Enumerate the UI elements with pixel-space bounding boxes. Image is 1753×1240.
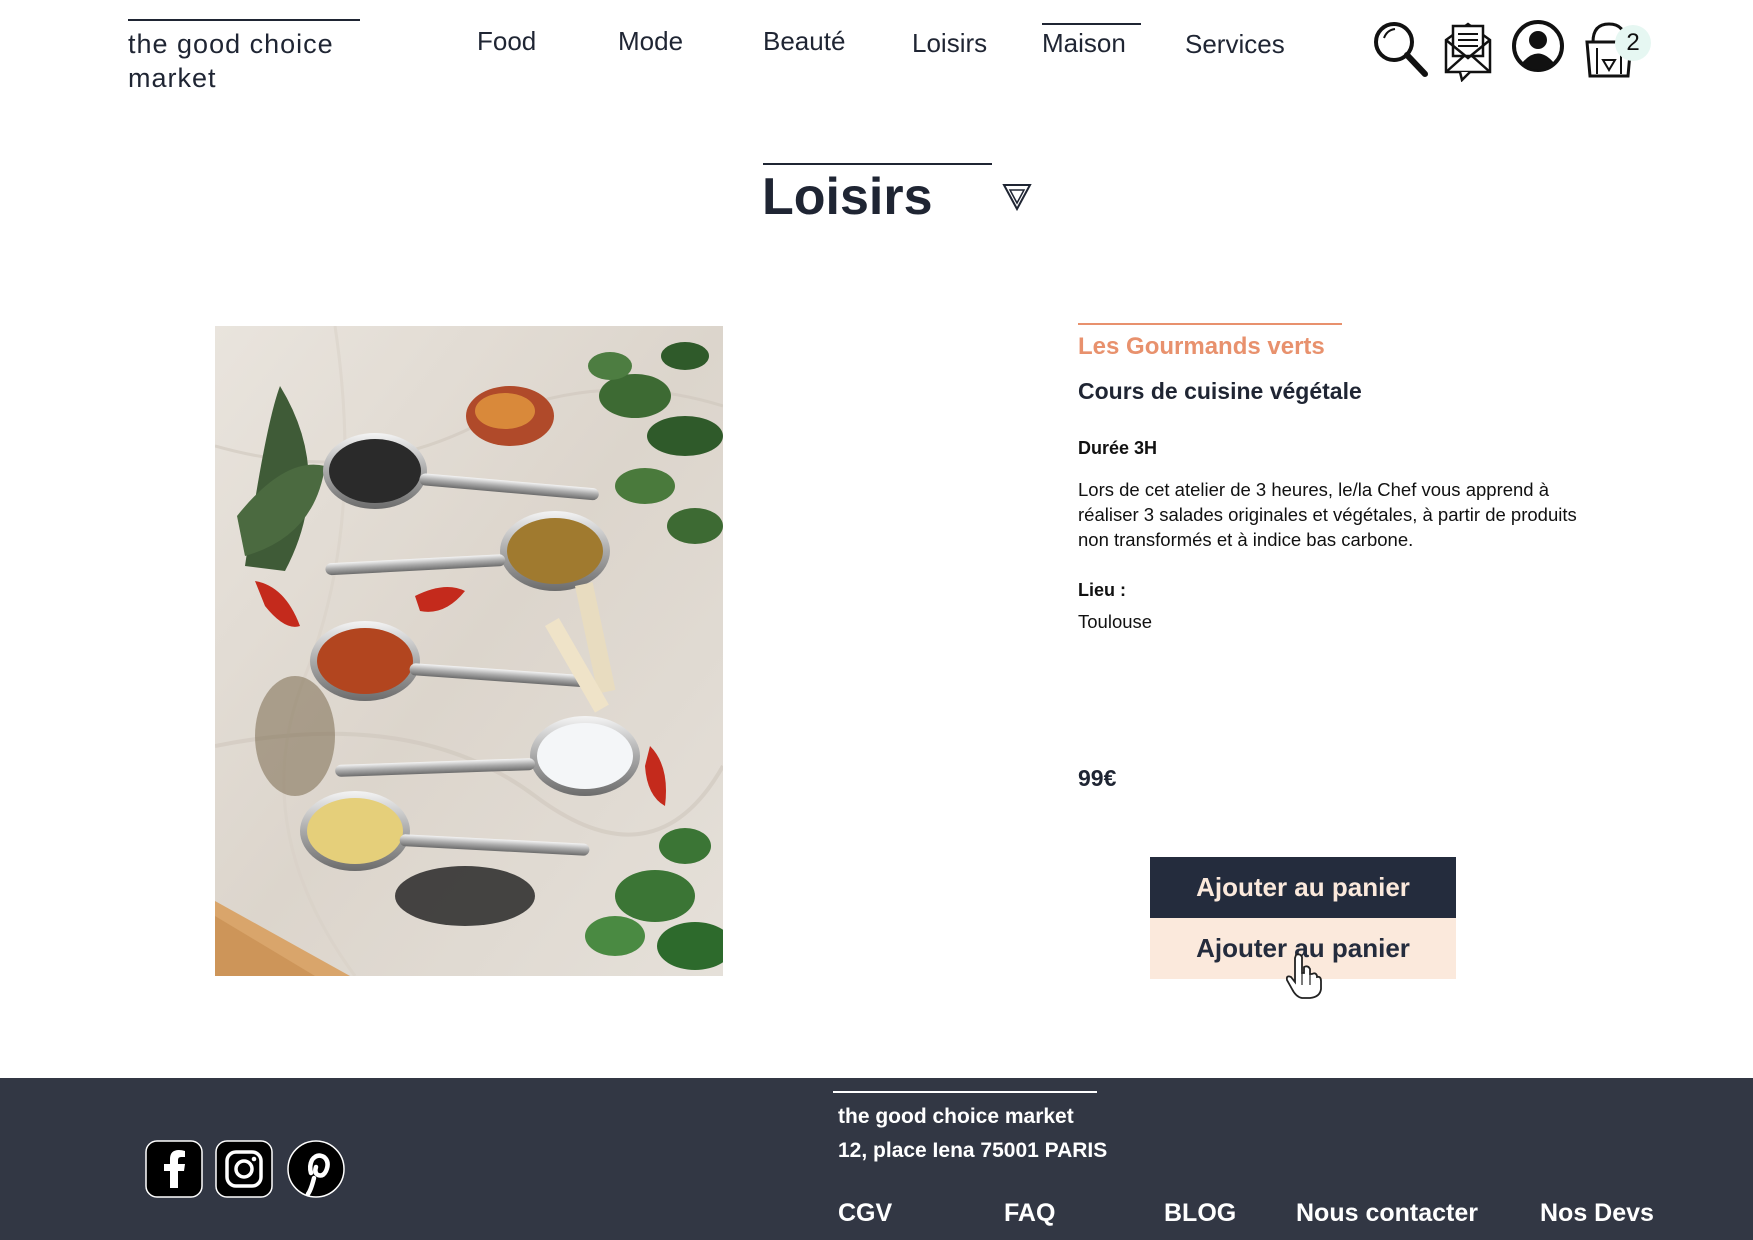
product-description: Lors de cet atelier de 3 heures, le/la C… <box>1078 479 1577 550</box>
nav-services[interactable]: Services <box>1185 29 1285 60</box>
nav-maison[interactable]: Maison <box>1042 23 1141 59</box>
add-to-cart-button[interactable]: Ajouter au panier <box>1150 857 1456 918</box>
nav-beaute[interactable]: Beauté <box>763 26 845 57</box>
page-title-rule <box>763 163 992 165</box>
facebook-icon[interactable] <box>145 1140 203 1198</box>
footer-link-devs[interactable]: Nos Devs <box>1540 1199 1654 1228</box>
footer-link-faq[interactable]: FAQ <box>1004 1199 1055 1228</box>
product-duration: Durée 3H <box>1078 438 1158 458</box>
logo-line-1: the good choice <box>128 29 334 59</box>
product-price: 99€ <box>1078 765 1117 791</box>
place-label: Lieu : <box>1078 580 1126 600</box>
footer-brand: the good choice market <box>838 1105 1074 1128</box>
pinterest-icon[interactable] <box>287 1140 345 1198</box>
mail-icon[interactable] <box>1440 18 1496 82</box>
footer-address: 12, place Iena 75001 PARIS <box>838 1139 1108 1162</box>
vendor-name[interactable]: Les Gourmands verts <box>1078 333 1325 361</box>
instagram-icon[interactable] <box>215 1140 273 1198</box>
place-value: Toulouse <box>1078 611 1153 632</box>
cart-count-badge: 2 <box>1615 25 1651 61</box>
site-logo[interactable]: the good choice market <box>128 19 360 95</box>
vendor-rule <box>1078 323 1342 325</box>
product-name: Cours de cuisine végétale <box>1078 378 1362 404</box>
chevron-down-triangle-icon[interactable] <box>1001 180 1033 212</box>
nav-food[interactable]: Food <box>477 26 536 57</box>
product-image <box>215 326 723 976</box>
page-title: Loisirs <box>762 168 933 226</box>
footer-link-contact[interactable]: Nous contacter <box>1296 1199 1478 1228</box>
user-account-icon[interactable] <box>1511 18 1565 82</box>
search-icon[interactable] <box>1370 18 1430 82</box>
nav-mode[interactable]: Mode <box>618 26 683 57</box>
footer-link-cgv[interactable]: CGV <box>838 1199 892 1228</box>
footer-brand-rule <box>833 1091 1097 1093</box>
footer-link-blog[interactable]: BLOG <box>1164 1199 1236 1228</box>
logo-line-2: market <box>128 63 217 93</box>
nav-loisirs[interactable]: Loisirs <box>912 28 987 59</box>
add-to-cart-button-hover[interactable]: Ajouter au panier <box>1150 918 1456 979</box>
